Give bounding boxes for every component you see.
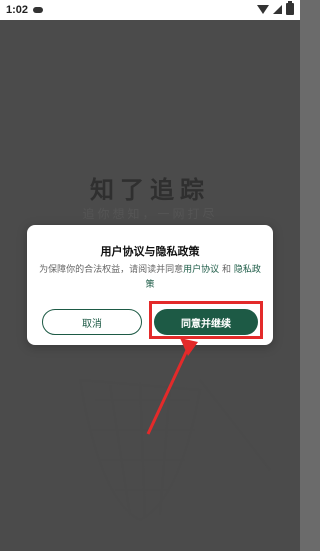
status-icons [257, 1, 294, 15]
app-screen: 1:02 知了追踪 追你想知，一网打尽 用户协议与隐私政策 为保障你的合法权益，… [0, 0, 300, 551]
gamepad-icon [33, 7, 44, 13]
status-bar: 1:02 [0, 0, 300, 20]
and-text: 和 [219, 265, 234, 275]
status-time: 1:02 [6, 4, 29, 16]
cancel-button[interactable]: 取消 [42, 309, 142, 335]
dialog-body: 为保障你的合法权益，请阅读并同意用户协议 和 隐私政策 [37, 263, 263, 293]
user-agreement-link[interactable]: 用户协议 [183, 265, 219, 275]
dialog-body-text: 为保障你的合法权益，请阅读并同意 [39, 265, 184, 275]
dialog-title: 用户协议与隐私政策 [100, 245, 200, 258]
signal-icon [273, 4, 282, 14]
wifi-icon [257, 4, 269, 14]
annotation-arrow [146, 338, 198, 435]
app-slogan: 追你想知，一网打尽 [82, 207, 218, 221]
battery-icon [286, 1, 294, 15]
app-title: 知了追踪 [90, 175, 210, 204]
